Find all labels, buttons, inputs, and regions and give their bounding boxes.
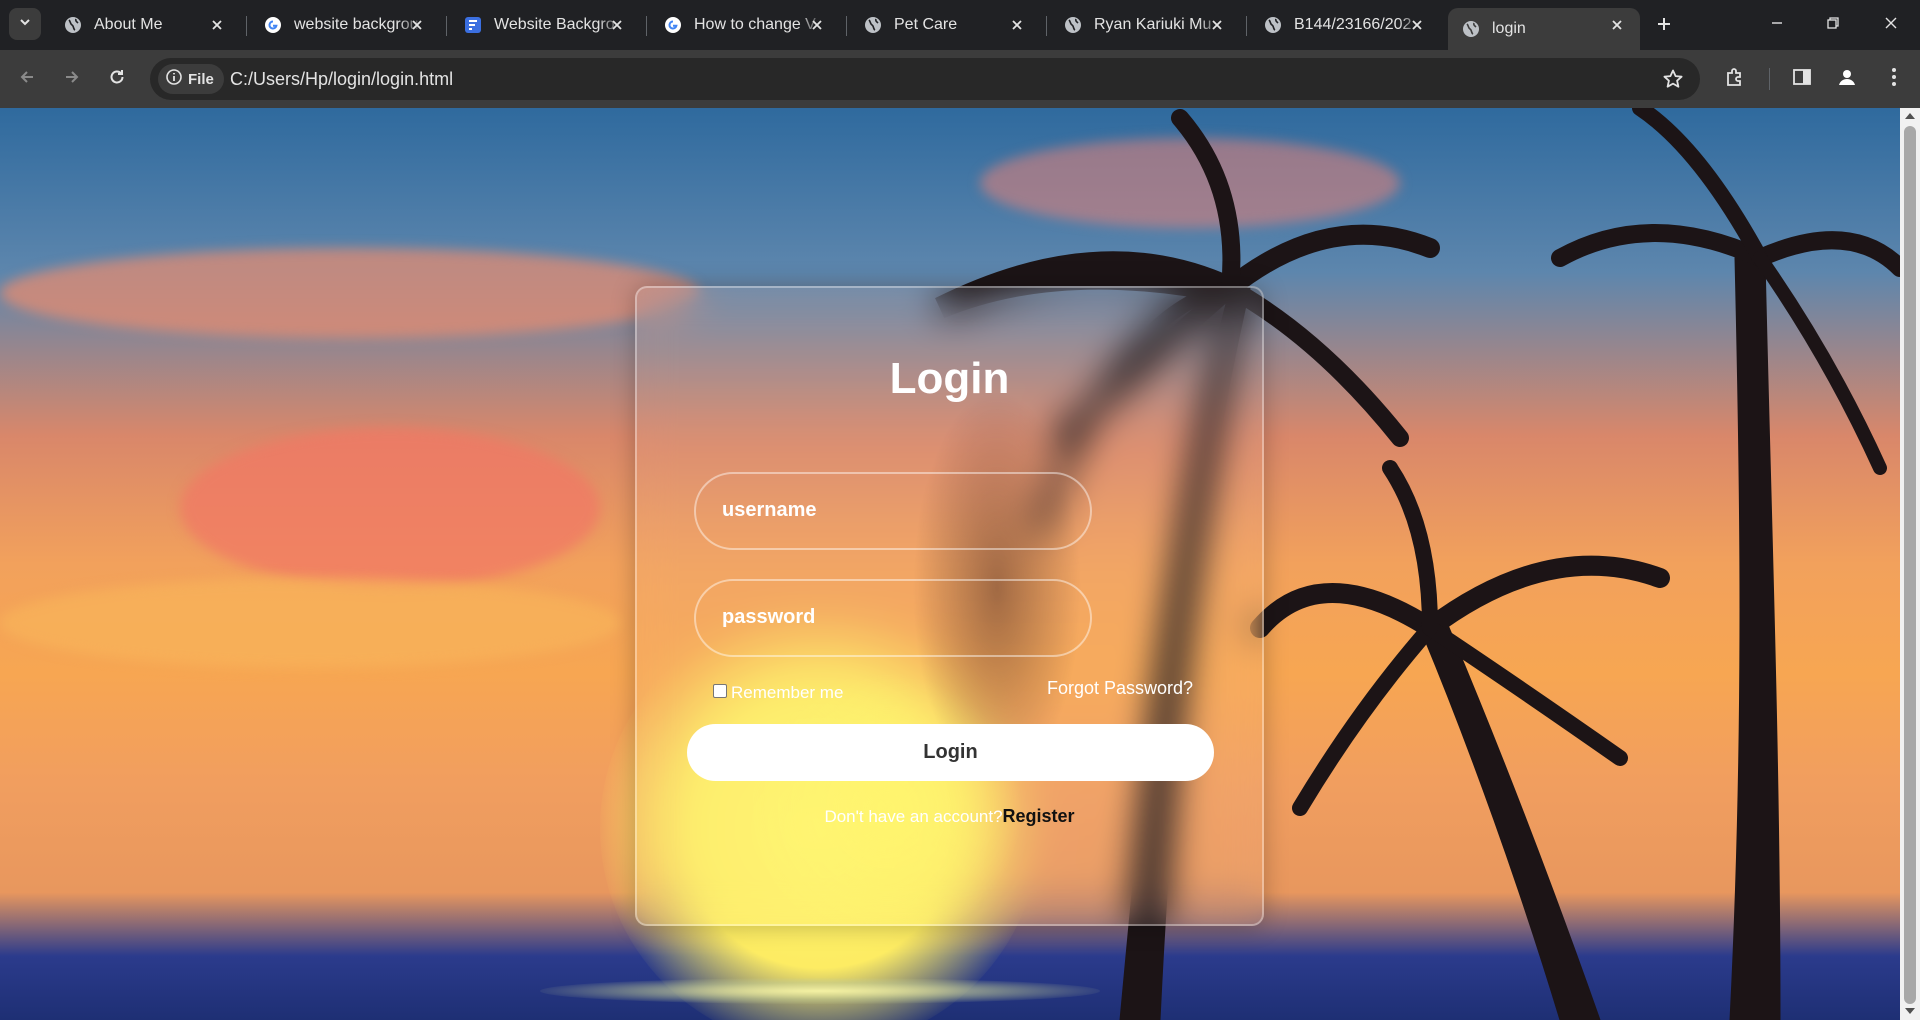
tab-strip: About Me website backgrou Website Backgr… — [0, 0, 1920, 50]
close-icon[interactable] — [1608, 16, 1626, 34]
remember-me-label[interactable]: Remember me — [731, 683, 843, 703]
back-button[interactable] — [11, 63, 43, 95]
restore-button[interactable] — [1818, 10, 1848, 40]
tab-website-backgrounds[interactable]: Website Backgro — [450, 8, 640, 42]
tab-about-me[interactable]: About Me — [50, 8, 240, 42]
tab-title: Pet Care — [894, 16, 958, 33]
scroll-up-arrow-icon[interactable] — [1905, 113, 1915, 119]
arrow-left-icon — [18, 68, 36, 91]
tab-separator — [1246, 16, 1247, 36]
tab-separator — [846, 16, 847, 36]
restore-icon — [1826, 16, 1840, 35]
register-prompt: Don't have an account?Register — [637, 806, 1262, 827]
close-icon — [1884, 16, 1898, 35]
puzzle-icon — [1724, 66, 1746, 93]
scroll-thumb[interactable] — [1904, 126, 1916, 1004]
tab-separator — [246, 16, 247, 36]
menu-button[interactable] — [1878, 63, 1910, 95]
globe-icon — [864, 16, 882, 34]
tab-pet-care[interactable]: Pet Care — [850, 8, 1040, 42]
scroll-down-arrow-icon[interactable] — [1905, 1008, 1915, 1014]
username-input[interactable]: username — [694, 472, 1092, 550]
site-info-chip[interactable]: File — [158, 64, 224, 94]
forms-icon — [464, 16, 482, 34]
password-input[interactable]: password — [694, 579, 1092, 657]
tab-how-to-change[interactable]: How to change V — [650, 8, 840, 42]
close-window-button[interactable] — [1876, 10, 1906, 40]
side-panel-icon — [1792, 67, 1812, 92]
remember-me-row: Remember me — [713, 683, 843, 703]
info-icon — [166, 69, 182, 89]
tab-title: B144/23166/202 — [1294, 16, 1412, 33]
tab-title: Website Backgro — [494, 16, 615, 33]
tab-title: About Me — [94, 16, 163, 33]
profile-button[interactable] — [1831, 63, 1863, 95]
reload-icon — [108, 68, 126, 91]
page-scrollbar[interactable] — [1900, 108, 1920, 1020]
browser-toolbar: File C:/Users/Hp/login/login.html — [0, 50, 1920, 108]
register-link[interactable]: Register — [1003, 806, 1075, 826]
close-icon[interactable] — [1008, 16, 1026, 34]
tab-search-button[interactable] — [9, 8, 41, 40]
google-icon — [664, 16, 682, 34]
tab-b144[interactable]: B144/23166/202 — [1250, 8, 1440, 42]
page-background: Login username password Remember me Forg… — [0, 108, 1900, 1020]
tab-ryan-kariuki[interactable]: Ryan Kariuki Mu — [1050, 8, 1240, 42]
tab-title: Ryan Kariuki Mu — [1094, 16, 1212, 33]
forgot-password-link[interactable]: Forgot Password? — [1047, 678, 1193, 699]
minimize-button[interactable] — [1762, 10, 1792, 40]
username-placeholder: username — [722, 499, 817, 521]
login-card: Login username password Remember me Forg… — [635, 286, 1264, 926]
close-icon[interactable] — [1208, 16, 1226, 34]
tab-title: login — [1492, 20, 1526, 37]
side-panel-button[interactable] — [1786, 63, 1818, 95]
globe-icon — [64, 16, 82, 34]
tab-separator — [446, 16, 447, 36]
forward-button[interactable] — [56, 63, 88, 95]
google-icon — [264, 16, 282, 34]
tab-login[interactable]: login — [1448, 8, 1640, 50]
more-vertical-icon — [1891, 67, 1897, 92]
globe-icon — [1264, 16, 1282, 34]
arrow-right-icon — [63, 68, 81, 91]
chevron-down-icon — [18, 15, 32, 34]
login-title: Login — [889, 354, 1010, 403]
close-icon[interactable] — [608, 16, 626, 34]
url-text[interactable]: C:/Users/Hp/login/login.html — [230, 69, 453, 90]
plus-icon — [1656, 16, 1672, 37]
tab-title: How to change V — [694, 16, 816, 33]
close-icon[interactable] — [808, 16, 826, 34]
new-tab-button[interactable] — [1650, 12, 1678, 40]
bookmark-star-icon[interactable] — [1662, 68, 1684, 90]
remember-me-checkbox[interactable] — [713, 684, 727, 698]
globe-icon — [1064, 16, 1082, 34]
extensions-button[interactable] — [1719, 63, 1751, 95]
profile-icon — [1836, 66, 1858, 93]
password-placeholder: password — [722, 606, 816, 628]
globe-icon — [1462, 20, 1480, 38]
close-icon[interactable] — [1408, 16, 1426, 34]
toolbar-divider — [1769, 68, 1770, 90]
site-info-label: File — [188, 70, 214, 88]
login-button[interactable]: Login — [687, 724, 1214, 781]
close-icon[interactable] — [408, 16, 426, 34]
tab-separator — [1046, 16, 1047, 36]
tab-separator — [646, 16, 647, 36]
no-account-text: Don't have an account? — [824, 807, 1003, 826]
close-icon[interactable] — [208, 16, 226, 34]
address-bar[interactable]: File C:/Users/Hp/login/login.html — [150, 58, 1700, 100]
minimize-icon — [1770, 16, 1784, 35]
reload-button[interactable] — [101, 63, 133, 95]
tab-website-background[interactable]: website backgrou — [250, 8, 440, 42]
tab-title: website backgrou — [294, 16, 419, 33]
